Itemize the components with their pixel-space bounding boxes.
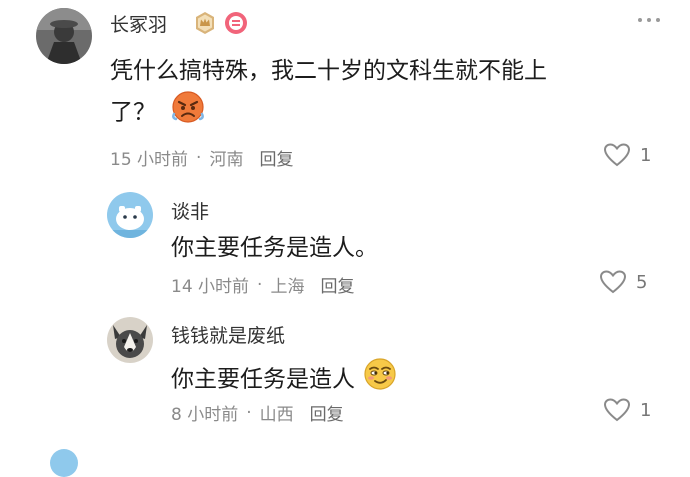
avatar[interactable]	[107, 192, 153, 238]
avatar[interactable]	[36, 8, 92, 64]
separator: ·	[196, 147, 202, 168]
comment-text: 凭什么搞特殊，我二十岁的文科生就不能上 了？	[110, 52, 547, 136]
heart-icon	[604, 398, 630, 422]
separator: ·	[257, 274, 263, 295]
like-count: 1	[640, 399, 652, 421]
username[interactable]: 谈非	[171, 197, 209, 224]
like-button[interactable]: 5	[600, 270, 647, 294]
rank-crown-badge-icon	[193, 11, 217, 39]
username[interactable]: 长冢羽	[110, 10, 167, 37]
reply-button[interactable]: 回复	[310, 400, 344, 425]
timestamp: 8 小时前	[171, 405, 239, 425]
reply-comment-2: 钱钱就是废纸 你主要任务是造人 8 小时前 · 山西 回复 1	[0, 310, 690, 435]
like-button[interactable]: 1	[604, 143, 651, 167]
like-count: 1	[640, 144, 652, 166]
avatar[interactable]	[107, 317, 153, 363]
comment-meta: 15 小时前 · 河南 回复	[110, 145, 293, 171]
location: 山西	[259, 405, 294, 425]
comment-text: 你主要任务是造人。	[171, 229, 378, 267]
comment-text-line-text: 了？	[110, 99, 156, 126]
comment-text-line-2: 了？	[110, 90, 547, 136]
reply-comment-1: 谈非 你主要任务是造人。 14 小时前 · 上海 回复 5	[0, 185, 690, 300]
heart-icon	[604, 143, 630, 167]
more-options-icon[interactable]	[638, 18, 660, 22]
comment-text-line: 你主要任务是造人。	[171, 235, 378, 261]
reply-button[interactable]: 回复	[320, 272, 354, 297]
like-count: 5	[636, 271, 648, 293]
like-button[interactable]: 1	[604, 398, 651, 422]
location: 河南	[209, 150, 244, 170]
smirk-face-emoji-icon	[363, 357, 397, 403]
angry-face-emoji-icon	[171, 90, 205, 136]
comment-text: 你主要任务是造人	[171, 357, 397, 403]
timestamp: 15 小时前	[110, 150, 189, 170]
fan-level-badge-icon	[224, 11, 248, 39]
comment-meta: 8 小时前 · 山西 回复	[171, 400, 344, 426]
comment-1: 长冢羽 凭什么搞特殊，我二十岁的文科生就不能上 了？ 15 小时前 · 河南 回…	[0, 0, 690, 175]
reply-button[interactable]: 回复	[259, 145, 293, 170]
timestamp: 14 小时前	[171, 277, 250, 297]
separator: ·	[246, 402, 252, 423]
comment-text-line: 你主要任务是造人	[171, 357, 397, 403]
heart-icon	[600, 270, 626, 294]
location: 上海	[270, 277, 305, 297]
comment-text-line: 凭什么搞特殊，我二十岁的文科生就不能上	[110, 58, 547, 84]
avatar-partial[interactable]	[50, 449, 78, 477]
comment-text-line-text: 你主要任务是造人	[171, 366, 355, 393]
username[interactable]: 钱钱就是废纸	[171, 321, 285, 348]
comment-meta: 14 小时前 · 上海 回复	[171, 272, 354, 298]
